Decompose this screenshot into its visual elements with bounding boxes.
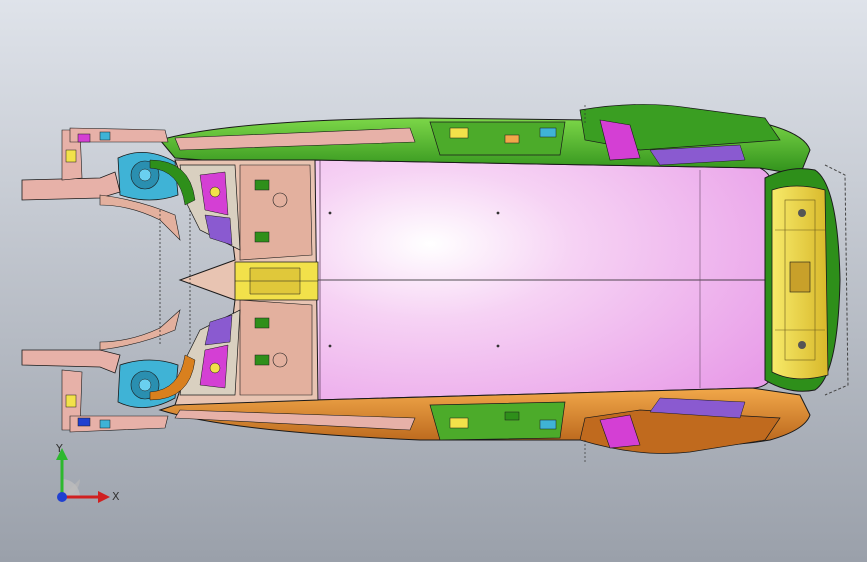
x-axis-label: X bbox=[112, 490, 120, 503]
floor-panel[interactable] bbox=[314, 159, 776, 401]
x-axis-arrow bbox=[98, 491, 110, 503]
z-axis-dot bbox=[57, 492, 67, 502]
cad-model-view[interactable] bbox=[0, 0, 867, 562]
center-tunnel[interactable] bbox=[234, 261, 319, 301]
axis-triad[interactable]: Y X bbox=[40, 440, 120, 510]
graphics-viewport[interactable]: Y X bbox=[0, 0, 867, 562]
y-axis-label: Y bbox=[55, 442, 63, 455]
